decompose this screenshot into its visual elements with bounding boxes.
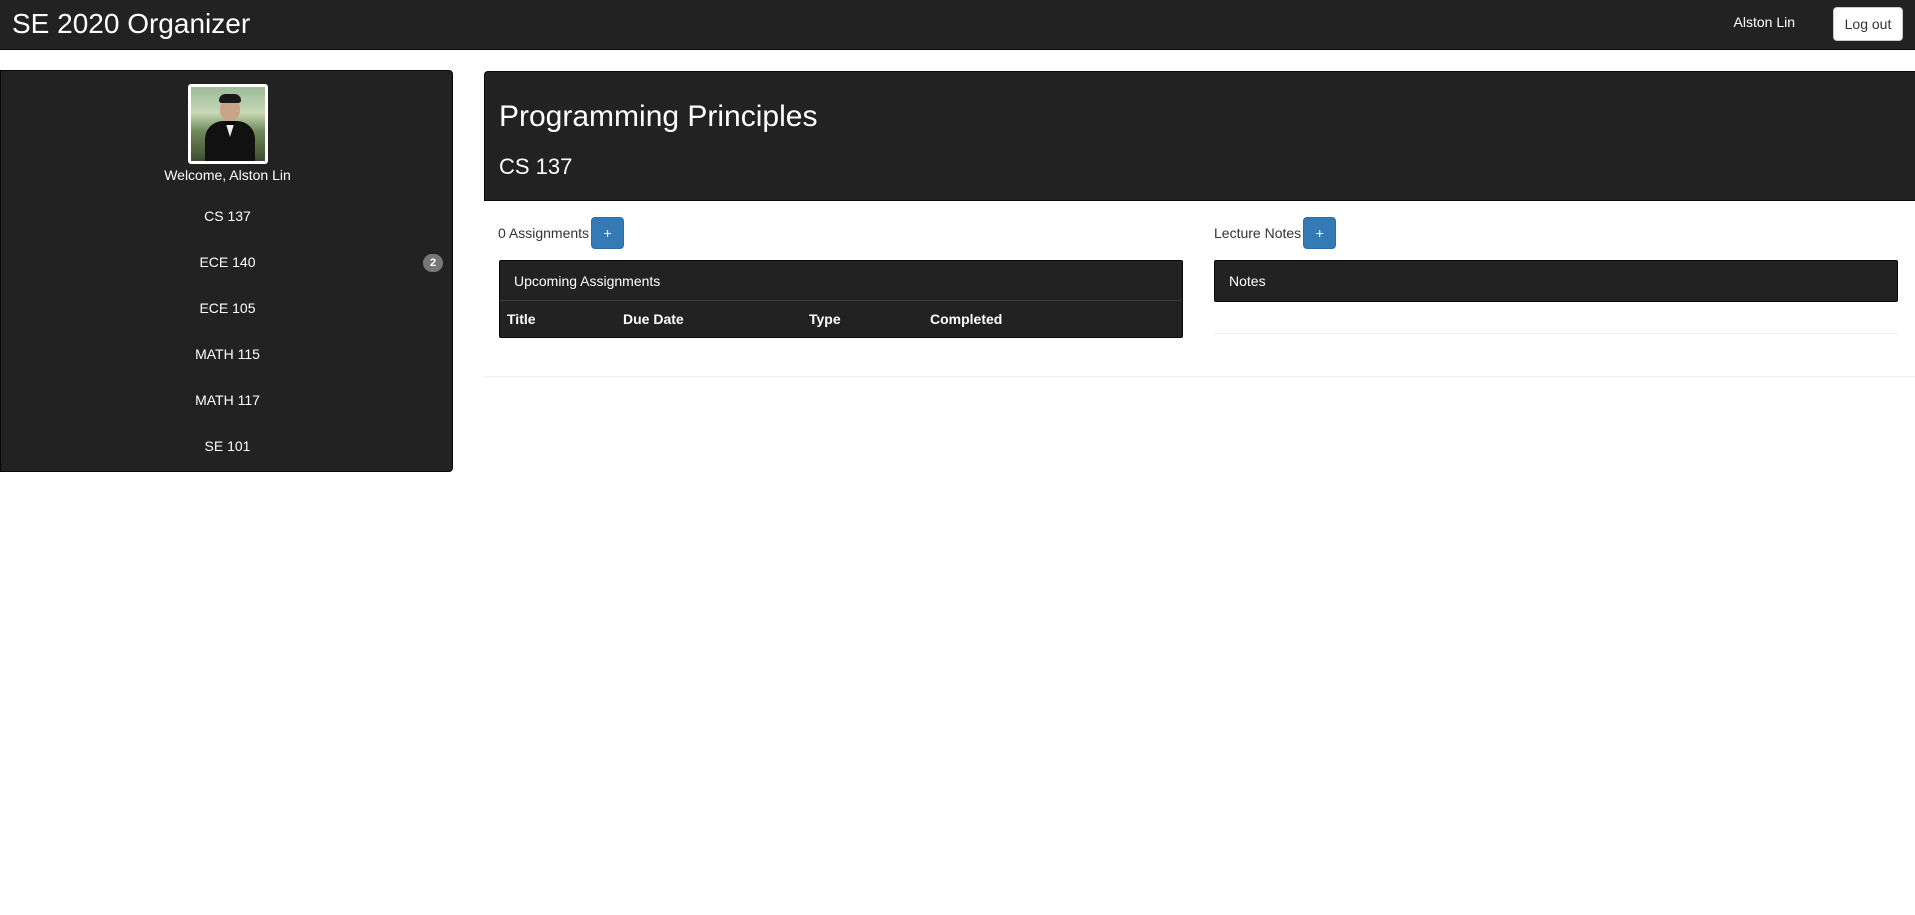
sidebar: Welcome, Alston Lin CS 137 ECE 140 2 ECE… — [0, 70, 453, 472]
sidebar-item-label: ECE 140 — [199, 254, 256, 270]
sidebar-item-cs137[interactable]: CS 137 — [1, 193, 454, 239]
column-header-type[interactable]: Type — [802, 301, 923, 337]
avatar — [188, 84, 268, 164]
course-list: CS 137 ECE 140 2 ECE 105 MATH 115 MATH 1… — [1, 193, 454, 469]
course-code: CS 137 — [499, 154, 573, 179]
sidebar-item-se101[interactable]: SE 101 — [1, 423, 454, 469]
top-navbar: SE 2020 Organizer Alston Lin Log out — [0, 0, 1915, 50]
notes-divider — [1214, 333, 1898, 334]
sidebar-item-label: SE 101 — [204, 438, 251, 454]
lecture-notes-label: Lecture Notes — [1214, 225, 1302, 241]
notes-panel: Notes — [1214, 260, 1898, 302]
table-header-row: Title Due Date Type Completed — [500, 301, 1182, 337]
notification-badge: 2 — [423, 254, 443, 272]
course-header: Programming Principles CS 137 — [484, 71, 1915, 201]
sidebar-item-ece140[interactable]: ECE 140 2 — [1, 239, 454, 285]
notes-panel-title: Notes — [1229, 273, 1266, 289]
column-header-due-date[interactable]: Due Date — [616, 301, 802, 337]
logout-button[interactable]: Log out — [1833, 7, 1903, 41]
nav-user-name[interactable]: Alston Lin — [1734, 14, 1795, 30]
assignments-table: Title Due Date Type Completed — [500, 301, 1182, 337]
sidebar-item-math115[interactable]: MATH 115 — [1, 331, 454, 377]
sidebar-item-label: ECE 105 — [199, 300, 256, 316]
add-note-button[interactable]: + — [1303, 217, 1337, 249]
add-assignment-button[interactable]: + — [591, 217, 625, 249]
content-divider — [484, 376, 1915, 377]
column-header-completed[interactable]: Completed — [923, 301, 1182, 337]
notes-toolbar: Lecture Notes + — [1214, 216, 1337, 250]
sidebar-item-math117[interactable]: MATH 117 — [1, 377, 454, 423]
app-brand[interactable]: SE 2020 Organizer — [12, 7, 250, 41]
sidebar-item-label: CS 137 — [204, 208, 251, 224]
page-title: Programming Principles — [499, 100, 818, 133]
sidebar-item-ece105[interactable]: ECE 105 — [1, 285, 454, 331]
sidebar-item-label: MATH 115 — [195, 346, 260, 362]
assignments-count: 0 Assignments — [498, 225, 590, 241]
assignments-panel: Upcoming Assignments Title Due Date Type… — [499, 260, 1183, 338]
sidebar-item-label: MATH 117 — [195, 392, 260, 408]
column-header-title[interactable]: Title — [500, 301, 616, 337]
assignments-panel-title: Upcoming Assignments — [500, 261, 1182, 301]
welcome-text: Welcome, Alston Lin — [164, 167, 291, 183]
assignments-toolbar: 0 Assignments + — [498, 216, 625, 250]
